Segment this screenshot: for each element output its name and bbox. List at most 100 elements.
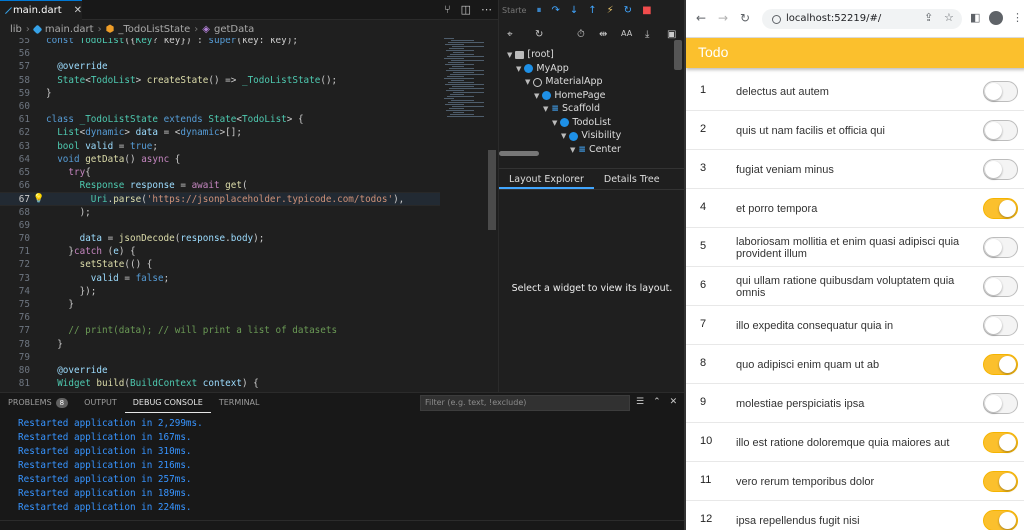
chevron-down-icon[interactable]: ▼ [543, 102, 548, 116]
chevron-up-icon[interactable]: ⌃ [653, 397, 661, 407]
completed-switch[interactable] [983, 432, 1018, 453]
step-out-icon[interactable]: ↑ [588, 5, 596, 16]
repaint-icon[interactable]: ⤓ [645, 29, 649, 40]
minimap[interactable] [444, 38, 488, 118]
code-line[interactable]: 81 Widget build(BuildContext context) { [0, 377, 440, 390]
tree-node[interactable]: ▼ [root] [507, 48, 554, 62]
code-line[interactable]: 67 Uri.parse('https://jsonplaceholder.ty… [0, 192, 440, 206]
forward-icon[interactable]: → [718, 11, 728, 25]
completed-switch[interactable] [983, 81, 1018, 102]
tab-terminal[interactable]: TERMINAL [211, 393, 268, 413]
code-line[interactable]: 66 Response response = await get( [0, 179, 440, 192]
select-widget-icon[interactable]: ⌖ [507, 29, 513, 40]
reload-icon[interactable]: ↻ [740, 11, 750, 25]
code-line[interactable]: 77 // print(data); // will print a list … [0, 324, 440, 337]
devtools-scrollbar[interactable] [674, 40, 682, 70]
code-line[interactable]: 80 @override [0, 364, 440, 377]
code-line[interactable]: 70 data = jsonDecode(response.body); [0, 232, 440, 245]
stop-icon[interactable]: ■ [642, 5, 651, 16]
code-area[interactable]: 55 const TodoList({Key? key}) : super(key… [0, 38, 440, 392]
code-line[interactable]: 75 } [0, 298, 440, 311]
completed-switch[interactable] [983, 237, 1018, 258]
code-line[interactable]: 55 const TodoList({Key? key}) : super(key… [0, 38, 440, 47]
code-line[interactable]: 71 }catch (e) { [0, 245, 440, 258]
tab-problems[interactable]: PROBLEMS 8 [0, 393, 76, 413]
tree-scrollbar[interactable] [499, 151, 539, 156]
tree-node[interactable]: ▼ ≡ Center [570, 143, 621, 157]
tree-node[interactable]: ▼ TodoList [552, 116, 611, 130]
more-icon[interactable]: ⋯ [481, 3, 492, 16]
completed-switch[interactable] [983, 276, 1018, 297]
code-line[interactable]: 58 State<TodoList> createState() => _Tod… [0, 74, 440, 87]
step-over-icon[interactable]: ↷ [551, 5, 559, 16]
breadcrumb-item[interactable]: main.dart [45, 24, 94, 35]
editor-tab[interactable]: main.dart ✕ [0, 0, 82, 20]
restart-icon[interactable]: ↻ [624, 5, 632, 16]
tree-node[interactable]: ▼ ≡ Scaffold [543, 102, 600, 116]
tab-layout-explorer[interactable]: Layout Explorer [499, 169, 594, 189]
guidelines-icon[interactable]: ⇹ [599, 29, 607, 40]
baselines-icon[interactable]: AA [621, 29, 632, 38]
site-info-icon[interactable] [772, 14, 781, 24]
widget-tree[interactable]: ▼ [root] ▼ MyApp ▼ MaterialApp ▼ HomePage ▼ ≡ Scaf… [499, 48, 684, 160]
avatar[interactable] [989, 11, 1003, 25]
chevron-down-icon[interactable]: ▼ [561, 129, 566, 143]
completed-switch[interactable] [983, 159, 1018, 180]
tree-node[interactable]: ▼ Visibility [561, 129, 621, 143]
tree-node[interactable]: ▼ MaterialApp [525, 75, 603, 89]
code-line[interactable]: 76 [0, 311, 440, 324]
timer-icon[interactable]: ⏱ [577, 29, 585, 40]
breadcrumb-item[interactable]: getData [214, 24, 254, 35]
clear-console-icon[interactable]: ☰ [636, 397, 644, 407]
completed-switch[interactable] [983, 315, 1018, 336]
branch-icon[interactable]: ⑂ [444, 3, 451, 16]
console-filter-input[interactable]: Filter (e.g. text, !exclude) [420, 395, 630, 411]
code-line[interactable]: 65 try{ [0, 166, 440, 179]
chevron-down-icon[interactable]: ▼ [525, 75, 530, 89]
share-icon[interactable]: ⇪ [924, 11, 933, 24]
completed-switch[interactable] [983, 471, 1018, 492]
code-line[interactable]: 74 }); [0, 285, 440, 298]
chevron-down-icon[interactable]: ▼ [516, 62, 521, 76]
split-editor-icon[interactable]: ◫ [461, 3, 471, 16]
editor-scrollbar[interactable] [488, 150, 496, 230]
completed-switch[interactable] [983, 510, 1018, 530]
menu-dots-icon[interactable]: ⋮ [1012, 11, 1023, 24]
chevron-down-icon[interactable]: ▼ [507, 48, 512, 62]
close-icon[interactable]: ✕ [74, 5, 82, 16]
code-line[interactable]: 72 setState(() { [0, 258, 440, 271]
breadcrumb-item[interactable]: lib [10, 24, 22, 35]
back-icon[interactable]: ← [696, 11, 706, 25]
code-line[interactable]: 68 ); [0, 206, 440, 219]
pause-icon[interactable]: ⏸ [536, 5, 541, 16]
code-line[interactable]: 79 [0, 351, 440, 364]
completed-switch[interactable] [983, 393, 1018, 414]
chevron-down-icon[interactable]: ▼ [534, 89, 539, 103]
bookmark-star-icon[interactable]: ☆ [944, 11, 954, 24]
code-line[interactable]: 64 void getData() async { [0, 153, 440, 166]
image-icon[interactable]: ▣ [667, 29, 676, 40]
tab-debug-console[interactable]: DEBUG CONSOLE [124, 393, 211, 413]
tree-node[interactable]: ▼ HomePage [534, 89, 605, 103]
tree-node[interactable]: ▼ MyApp [516, 62, 569, 76]
code-line[interactable]: 62 List<dynamic> data = <dynamic>[]; [0, 126, 440, 139]
code-line[interactable]: 56 [0, 47, 440, 60]
completed-switch[interactable] [983, 354, 1018, 375]
code-line[interactable]: 59} [0, 87, 440, 100]
chevron-down-icon[interactable]: ▼ [570, 143, 575, 157]
step-into-icon[interactable]: ↓ [570, 5, 578, 16]
code-line[interactable]: 73 valid = false; [0, 272, 440, 285]
code-line[interactable]: 57 @override [0, 60, 440, 73]
code-line[interactable]: 78 } [0, 338, 440, 351]
code-line[interactable]: 61 class _TodoListState extends State<Tod… [0, 113, 440, 126]
side-panel-icon[interactable]: ◧ [970, 11, 980, 24]
hot-reload-icon[interactable]: ⚡ [607, 5, 614, 16]
breadcrumb-item[interactable]: _TodoListState [118, 24, 190, 35]
refresh-icon[interactable]: ↻ [535, 29, 543, 40]
code-line[interactable]: 60 [0, 100, 440, 113]
completed-switch[interactable] [983, 120, 1018, 141]
code-line[interactable]: 63 bool valid = true; [0, 140, 440, 153]
tab-details-tree[interactable]: Details Tree [594, 169, 670, 189]
close-icon[interactable]: ✕ [670, 397, 678, 407]
tab-output[interactable]: OUTPUT [76, 393, 125, 413]
